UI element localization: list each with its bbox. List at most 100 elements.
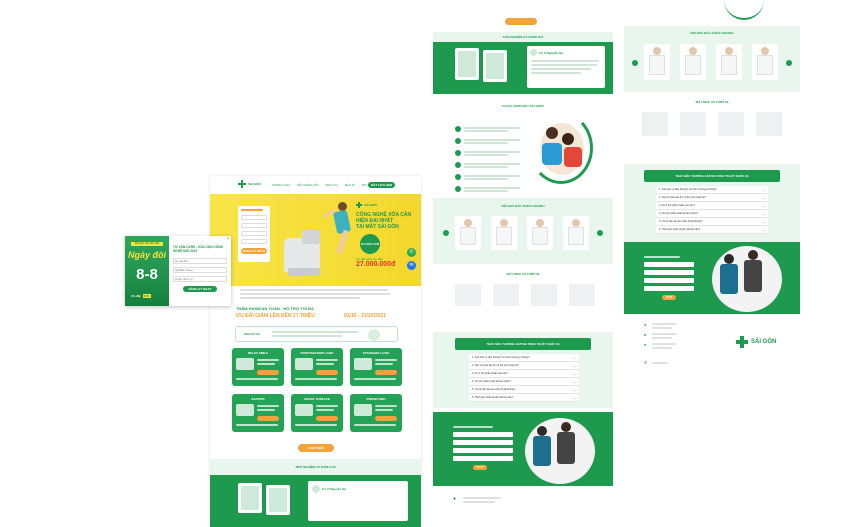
contact-field[interactable] — [453, 432, 513, 437]
right-doctors-next-icon[interactable] — [786, 60, 792, 66]
chevron-down-icon: ⌄ — [761, 227, 765, 232]
messenger-icon[interactable]: ✉ — [407, 261, 416, 270]
contact-field[interactable] — [453, 448, 513, 453]
chevron-down-icon: ⌄ — [761, 195, 765, 200]
mid-doctors-section: ĐỘI NGŨ BÁC SĨ ĐẦU NGÀNH — [433, 198, 613, 264]
service-card-asa-prk[interactable]: ASA/PRK — [232, 394, 284, 432]
brand-name: SÀI GÒN — [248, 182, 261, 186]
contact-field[interactable] — [644, 270, 694, 275]
hero-service-field[interactable] — [241, 231, 267, 236]
landing-page-right: ĐỘI NGŨ BÁC SĨ ĐẦU NGÀNH MÁY MÓC VÀ THIẾ… — [624, 0, 800, 527]
doctors-next-arrow-icon[interactable] — [597, 230, 603, 236]
hero-note-field[interactable] — [241, 239, 267, 244]
promo-popup: Khuyến mãi đặc biệt Ngày đôi 8-8 Ưu đãi … — [125, 236, 231, 306]
popup-name-input[interactable] — [173, 258, 227, 264]
right-contact-section: GỬI — [624, 242, 800, 314]
contact-field[interactable] — [644, 262, 694, 267]
nav-item-services[interactable]: DỊCH VỤ — [325, 183, 337, 187]
chevron-down-icon: ⌄ — [572, 362, 576, 368]
service-card-smart-surface[interactable]: SMART SURFACE — [291, 394, 343, 432]
hero-headline: CÔNG NGHỆ XÓA CẬN HIỆN ĐẠI NHẤT TẠI MẮT … — [356, 212, 412, 230]
nav-item-home[interactable]: TRANG CHỦ — [272, 183, 290, 187]
right-equipment-row — [642, 112, 782, 136]
faq-item[interactable]: 6. Thời gian phẫu thuật mất bao lâu? ⌄ — [656, 226, 768, 234]
doctors-prev-arrow-icon[interactable] — [443, 230, 449, 236]
why-choose-photo — [529, 112, 593, 184]
right-contact-submit-button[interactable]: GỬI — [662, 295, 676, 300]
chevron-down-icon: ⌄ — [572, 386, 576, 392]
faq-item[interactable]: 6. Thời gian phẫu thuật mất bao lâu? ⌄ — [469, 394, 579, 402]
right-doctors-prev-icon[interactable] — [632, 60, 638, 66]
right-doctors-section: ĐỘI NGŨ BÁC SĨ ĐẦU NGÀNH — [624, 26, 800, 92]
phaco-label: PHACO ICL — [244, 332, 261, 336]
hero-brand-logo: SÀI GÒN — [356, 202, 377, 208]
contact-field[interactable] — [453, 440, 513, 445]
right-footer: ● ● ● ✆ SÀI GÒN — [644, 322, 777, 365]
mid-equipment-row — [455, 284, 595, 306]
hero-phone-field[interactable] — [241, 223, 267, 228]
promo-subtitle: ƯU ĐÃI GIẢM LÊN ĐẾN 27 TRIỆU — [236, 313, 315, 319]
faq-item[interactable]: 1. Xóa cận có đau không? Có ảnh hưởng gì… — [656, 186, 768, 194]
service-card-femtosecond-lasik[interactable]: FEMTOSECOND LASIK — [291, 348, 343, 386]
faq-item[interactable]: 2. Sau mổ bao lâu thì có thể sinh hoạt l… — [656, 194, 768, 202]
green-cross-icon — [356, 202, 362, 208]
contact-field[interactable] — [453, 456, 513, 461]
popup-tag: Khuyến mãi đặc biệt — [131, 242, 163, 246]
landing-page-middle: TRẢI NGHIỆM VÀ ĐÁNH GIÁ Cô Ư Nguyễn Hà V… — [433, 0, 613, 527]
hero-name-field[interactable] — [241, 215, 267, 220]
mid-faq-section: THẮC MẮC THƯỜNG GẶP KHI PHẪU THUẬT KHÚC … — [433, 332, 613, 408]
intro-paragraph — [240, 289, 390, 299]
site-header: SÀI GÒN TRANG CHỦ VỀ CHÚNG TÔI DỊCH VỤ B… — [210, 176, 421, 194]
reviewer-name: Cô Ư Nguyễn Hà — [322, 487, 346, 491]
why-choose-title: VÌ SAO CHỌN MẮT SÀI GÒN? — [501, 104, 545, 108]
contact-field[interactable] — [644, 278, 694, 283]
faq-item[interactable]: 3. Ai có thể phẫu thuật xóa cận? ⌄ — [656, 202, 768, 210]
popup-form: ĐĂNG KÝ NGAY — [173, 258, 227, 292]
right-equipment-title: MÁY MÓC VÀ THIẾT BỊ — [695, 100, 729, 104]
popup-phone-input[interactable] — [173, 267, 227, 273]
hero-banner: ĐĂNG KÝ NGAY SÀI GÒN CÔNG NGHỆ XÓA CẬN H… — [210, 194, 421, 286]
right-faq-section: THẮC MẮC THƯỜNG GẶP KHI PHẪU THUẬT KHÚC … — [624, 164, 800, 242]
middle-top-button[interactable] — [505, 18, 537, 25]
service-card-standard-lasik[interactable]: STANDARD LASIK — [350, 348, 402, 386]
reviewer-avatar — [312, 485, 320, 493]
hero-submit-button[interactable]: ĐĂNG KÝ NGAY — [241, 248, 267, 254]
faq-item[interactable]: 5. Có tái cận lại sau phẫu thuật không? ⌄ — [656, 218, 768, 226]
review-card: Cô Ư Nguyễn Hà — [308, 481, 408, 521]
contact-field[interactable] — [644, 286, 694, 291]
phone-icon: ✆ — [644, 360, 648, 365]
popup-submit-button[interactable]: ĐĂNG KÝ NGAY — [183, 286, 217, 292]
mid-equipment-title: MÁY MÓC VÀ THIẾT BỊ — [506, 272, 540, 276]
mid-footer: ● — [453, 494, 593, 514]
phone-call-icon[interactable]: ✆ — [407, 248, 416, 257]
chevron-down-icon: ⌄ — [572, 370, 576, 376]
nav-cta-button[interactable]: ĐẶT LỊCH HẸN — [368, 182, 396, 188]
main-nav: TRANG CHỦ VỀ CHÚNG TÔI DỊCH VỤ BÁC SĨ TI… — [272, 183, 374, 187]
faq-item[interactable]: 4. Chi phí phẫu thuật là bao nhiêu? ⌄ — [656, 210, 768, 218]
popup-title: Ngày đôi — [127, 250, 166, 260]
green-cross-icon — [238, 180, 246, 188]
faq-item[interactable]: 4. Chi phí phẫu thuật là bao nhiêu? ⌄ — [469, 378, 579, 386]
phaco-banner: PHACO ICL — [235, 326, 398, 342]
faq-item[interactable]: 3. Ai có thể phẫu thuật xóa cận? ⌄ — [469, 370, 579, 378]
mid-experience-header: TRẢI NGHIỆM VÀ ĐÁNH GIÁ — [433, 32, 613, 42]
faq-item[interactable]: 1. Xóa cận có đau không? Có ảnh hưởng gì… — [469, 354, 579, 362]
location-pin-icon: ● — [644, 322, 647, 327]
review-photo — [238, 483, 262, 513]
popup-service-input[interactable] — [173, 276, 227, 282]
hero-price: 27.000.000đ — [356, 261, 396, 268]
green-cross-icon — [736, 336, 748, 348]
faq-item[interactable]: 2. Sau mổ bao lâu thì có thể sinh hoạt l… — [469, 362, 579, 370]
brand-logo[interactable]: SÀI GÒN — [238, 180, 261, 188]
popup-big-date: 8-8 — [136, 266, 158, 283]
contact-submit-button[interactable]: GỬI — [473, 465, 487, 470]
see-more-button[interactable]: XEM THÊM — [298, 444, 334, 452]
faq-item[interactable]: 5. Có tái cận lại sau phẫu thuật không? ⌄ — [469, 386, 579, 394]
service-card-relex-smile[interactable]: RELEX SMILE — [232, 348, 284, 386]
nav-item-about[interactable]: VỀ CHÚNG TÔI — [297, 183, 319, 187]
nav-item-doctors[interactable]: BÁC SĨ — [345, 183, 355, 187]
service-card-presbyond[interactable]: PRESBYOND — [350, 394, 402, 432]
popup-close-icon[interactable]: × — [225, 236, 231, 242]
why-choose-list — [455, 126, 525, 192]
hero-laser-machine-image — [280, 228, 326, 278]
